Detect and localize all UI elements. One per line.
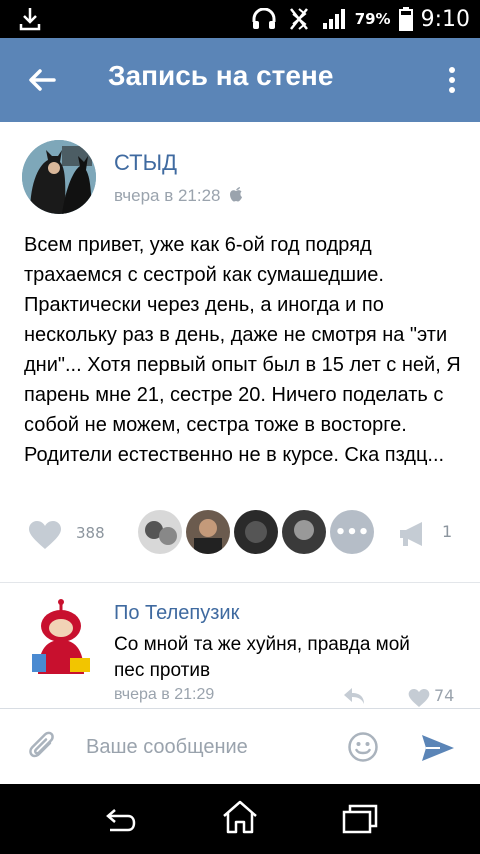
megaphone-icon[interactable] xyxy=(398,520,428,548)
author-avatar[interactable] xyxy=(22,140,96,214)
liker-avatar[interactable] xyxy=(186,510,230,554)
download-icon xyxy=(19,8,41,31)
comment-avatar[interactable] xyxy=(28,598,94,674)
nav-recent-apps-icon[interactable] xyxy=(340,802,380,836)
avatar-image xyxy=(22,140,96,214)
post-actions: 388 ••• 1 xyxy=(0,508,480,560)
paperclip-icon[interactable] xyxy=(28,731,58,763)
message-input[interactable] xyxy=(86,731,326,763)
smiley-icon[interactable] xyxy=(347,731,379,763)
like-count: 388 xyxy=(76,524,105,542)
likers-avatars[interactable]: ••• xyxy=(138,510,374,554)
liker-avatar[interactable] xyxy=(138,510,182,554)
battery-percent: 79% xyxy=(354,10,391,28)
reply-icon[interactable] xyxy=(342,686,366,706)
liker-avatar-image xyxy=(138,510,182,554)
comment-text: Со мной та же хуйня, правда мой пес прот… xyxy=(114,634,410,681)
comment-author[interactable]: По Телепузик xyxy=(114,602,239,625)
liker-avatar[interactable] xyxy=(234,510,278,554)
heart-icon[interactable] xyxy=(28,520,62,550)
liker-avatar-image xyxy=(186,510,230,554)
comment-like-count: 74 xyxy=(434,686,455,705)
status-bar: 79% 9:10 xyxy=(0,0,480,38)
liker-avatar[interactable] xyxy=(282,510,326,554)
nav-home-icon[interactable] xyxy=(220,798,260,836)
app-bar: Запись на стене xyxy=(0,38,480,122)
comment-item: По Телепузик Со мной та же хуйня, правда… xyxy=(0,588,480,708)
more-vert-icon[interactable] xyxy=(442,62,462,98)
bluetooth-icon xyxy=(289,8,308,30)
headset-icon xyxy=(252,8,276,29)
nav-back-icon[interactable] xyxy=(100,804,140,834)
apple-icon xyxy=(230,187,243,202)
more-likers-button[interactable]: ••• xyxy=(330,510,374,554)
liker-avatar-image xyxy=(282,510,326,554)
repost-count: 1 xyxy=(442,522,453,541)
comment-heart-icon[interactable] xyxy=(408,688,430,708)
send-icon[interactable] xyxy=(420,733,456,763)
post-time: вчера в 21:28 xyxy=(114,186,243,206)
post-author[interactable]: СТЫД xyxy=(114,150,177,176)
system-nav-bar xyxy=(0,784,480,854)
comment-time: вчера в 21:29 xyxy=(114,686,215,703)
signal-icon xyxy=(322,9,345,29)
clock: 9:10 xyxy=(420,6,470,32)
arrow-left-icon[interactable] xyxy=(22,62,62,98)
post-time-text: вчера в 21:28 xyxy=(114,186,221,205)
message-composer xyxy=(0,708,480,784)
post-text: Всем привет, уже как 6-ой год подряд тра… xyxy=(24,234,461,466)
liker-avatar-image xyxy=(234,510,278,554)
battery-icon xyxy=(398,7,413,31)
divider xyxy=(0,582,480,583)
page-title: Запись на стене xyxy=(108,60,334,91)
